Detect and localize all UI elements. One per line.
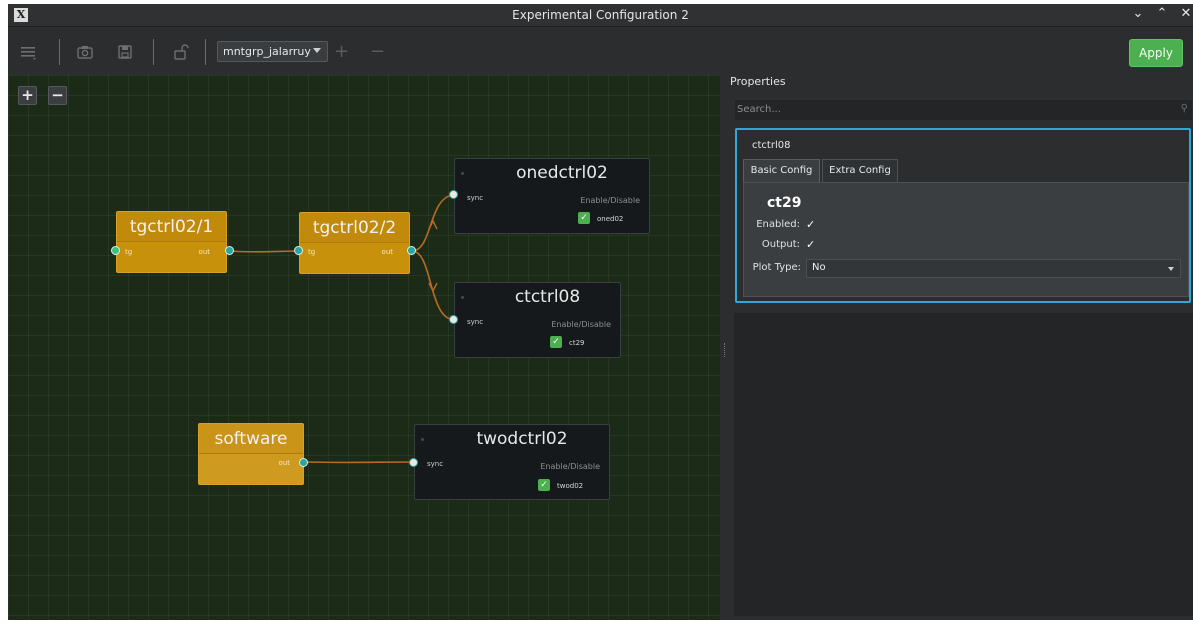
node-onedctrl02[interactable]: onedctrl02 sync Enable/Disable ✓ oned02 bbox=[454, 158, 650, 234]
node-title: tgctrl02/2 bbox=[300, 213, 409, 243]
properties-panel: Properties Search... ⚲ ctctrl08 Basic Co… bbox=[729, 75, 1193, 620]
enable-disable-label: Enable/Disable bbox=[540, 462, 600, 471]
node-title: tgctrl02/1 bbox=[117, 212, 226, 242]
toolbar: mntgrp_jalarruy + − Apply bbox=[8, 27, 1193, 75]
port-label: out bbox=[198, 248, 210, 256]
output-port[interactable] bbox=[407, 246, 416, 255]
drag-handle-icon[interactable] bbox=[421, 438, 424, 441]
output-port[interactable] bbox=[225, 246, 234, 255]
measurement-group-value: mntgrp_jalarruy bbox=[223, 45, 311, 58]
output-checkbox[interactable]: ✓ bbox=[806, 238, 815, 251]
drag-handle-icon[interactable] bbox=[461, 296, 464, 299]
remove-button[interactable]: − bbox=[370, 41, 385, 62]
close-icon[interactable]: ✕ bbox=[1179, 6, 1193, 26]
sync-label: sync bbox=[467, 194, 484, 202]
properties-title: Properties bbox=[730, 75, 786, 88]
chevron-down-icon bbox=[1168, 267, 1174, 271]
title-bar: X Experimental Configuration 2 ⌄ ⌃ ✕ bbox=[8, 4, 1193, 27]
minimize-icon[interactable]: ⌄ bbox=[1131, 6, 1145, 26]
node-title: software bbox=[199, 424, 303, 454]
properties-empty-area bbox=[734, 313, 1193, 616]
node-title: ctctrl08 bbox=[514, 287, 581, 307]
channel-checkbox[interactable]: ✓ bbox=[550, 336, 562, 348]
port-label: tg bbox=[308, 248, 316, 256]
sync-port[interactable] bbox=[449, 315, 458, 324]
channel-label: ct29 bbox=[569, 339, 585, 347]
enabled-label: Enabled: bbox=[756, 219, 800, 230]
drag-handle-icon[interactable] bbox=[461, 172, 464, 175]
search-placeholder: Search... bbox=[737, 104, 781, 115]
channel-name: ct29 bbox=[767, 195, 802, 211]
main-window: X Experimental Configuration 2 ⌄ ⌃ ✕ mnt… bbox=[8, 4, 1193, 620]
node-tgctrl02-2[interactable]: tgctrl02/2 tg out bbox=[299, 212, 410, 274]
node-tgctrl02-1[interactable]: tgctrl02/1 tg out bbox=[116, 211, 227, 273]
tab-extra-config[interactable]: Extra Config bbox=[822, 159, 898, 183]
output-label: Output: bbox=[761, 239, 800, 250]
input-port[interactable] bbox=[111, 246, 120, 255]
tab-basic-config[interactable]: Basic Config bbox=[743, 159, 820, 183]
link-tg2-ctctrl bbox=[411, 250, 456, 321]
channel-checkbox[interactable]: ✓ bbox=[578, 212, 590, 224]
measurement-group-select[interactable]: mntgrp_jalarruy bbox=[217, 41, 328, 62]
panel-splitter[interactable] bbox=[720, 75, 729, 620]
save-icon[interactable] bbox=[116, 43, 134, 61]
sync-label: sync bbox=[427, 460, 444, 468]
node-title: twodctrl02 bbox=[476, 429, 568, 449]
enabled-checkbox[interactable]: ✓ bbox=[806, 218, 815, 231]
port-label: out bbox=[381, 248, 393, 256]
port-label: tg bbox=[125, 248, 133, 256]
plot-type-label: Plot Type: bbox=[752, 262, 801, 273]
output-port[interactable] bbox=[299, 458, 308, 467]
maximize-icon[interactable]: ⌃ bbox=[1155, 6, 1169, 26]
chevron-down-icon bbox=[313, 48, 321, 53]
graph-canvas[interactable]: + − tgctrl02/1 tg out tgctrl02/2 tg out bbox=[8, 75, 720, 620]
channel-checkbox[interactable]: ✓ bbox=[538, 479, 550, 491]
camera-icon[interactable] bbox=[76, 43, 94, 61]
channel-label: oned02 bbox=[597, 215, 624, 223]
node-title: onedctrl02 bbox=[516, 163, 608, 183]
plot-type-select[interactable]: No bbox=[806, 259, 1181, 278]
arrow-down-icon bbox=[428, 282, 438, 293]
enable-disable-label: Enable/Disable bbox=[580, 196, 640, 205]
search-icon: ⚲ bbox=[1180, 103, 1188, 114]
window-controls: ⌄ ⌃ ✕ bbox=[1131, 6, 1193, 26]
search-input[interactable]: Search... ⚲ bbox=[734, 99, 1193, 121]
window-title: Experimental Configuration 2 bbox=[512, 8, 689, 22]
sync-label: sync bbox=[467, 318, 484, 326]
node-software[interactable]: software out bbox=[198, 423, 304, 485]
port-label: out bbox=[278, 459, 290, 467]
sync-port[interactable] bbox=[409, 458, 418, 467]
plot-type-value: No bbox=[812, 262, 826, 273]
enable-disable-label: Enable/Disable bbox=[551, 320, 611, 329]
menu-icon[interactable] bbox=[20, 43, 38, 61]
apply-button[interactable]: Apply bbox=[1129, 39, 1183, 67]
basic-config-panel: ct29 Enabled: ✓ Output: ✓ Plot Type: No bbox=[743, 182, 1189, 297]
sync-port[interactable] bbox=[449, 190, 458, 199]
node-ctctrl08[interactable]: ctctrl08 sync Enable/Disable ✓ ct29 bbox=[454, 282, 621, 358]
selected-node-properties: ctctrl08 Basic Config Extra Config ct29 … bbox=[735, 128, 1191, 303]
link-tg1-tg2 bbox=[229, 250, 301, 253]
toolbar-separator bbox=[205, 39, 206, 65]
selected-node-name: ctctrl08 bbox=[752, 140, 791, 151]
channel-label: twod02 bbox=[557, 482, 584, 490]
node-twodctrl02[interactable]: twodctrl02 sync Enable/Disable ✓ twod02 bbox=[414, 424, 610, 500]
toolbar-separator bbox=[153, 39, 154, 65]
add-button[interactable]: + bbox=[334, 41, 349, 62]
input-port[interactable] bbox=[294, 246, 303, 255]
unlock-icon[interactable] bbox=[172, 43, 190, 61]
splitter-handle-icon bbox=[724, 343, 725, 357]
toolbar-separator bbox=[59, 39, 60, 65]
